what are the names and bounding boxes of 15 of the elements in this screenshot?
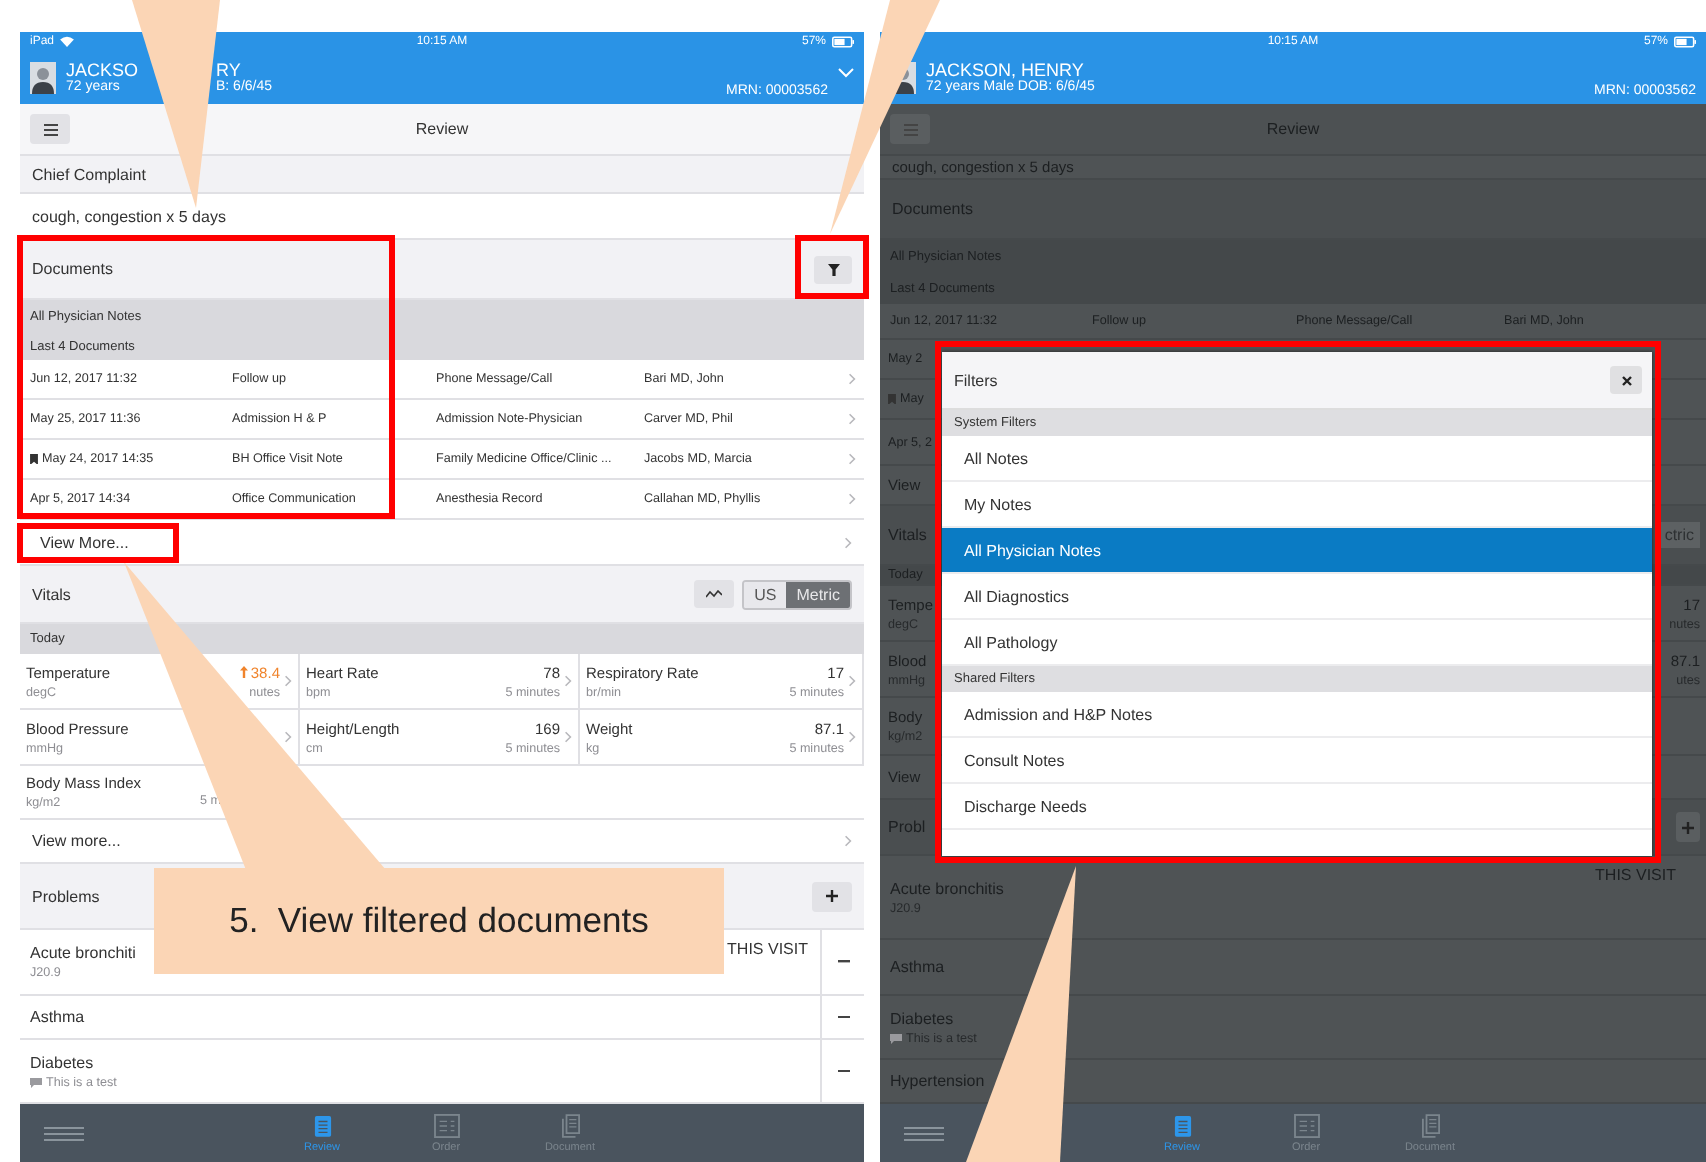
page-title: Review bbox=[413, 120, 471, 138]
problem-name: Asthma bbox=[30, 1008, 87, 1026]
visit-tag: THIS VISIT bbox=[727, 930, 820, 994]
patient-name: JACKSO bbox=[66, 59, 141, 80]
section-title: Documents bbox=[32, 260, 115, 278]
dialog-title: Filters bbox=[954, 371, 998, 389]
section-title: Vitals bbox=[32, 585, 73, 603]
section-title: Chief Complaint bbox=[32, 165, 148, 183]
complaint-text: cough, congestion x 5 days bbox=[32, 207, 226, 225]
problem-name: Acute bronchiti bbox=[30, 944, 138, 962]
problem-name: Diabetes bbox=[30, 1053, 96, 1071]
patient-name: RY bbox=[216, 59, 241, 80]
section-title: Problems bbox=[32, 887, 102, 905]
patient-name: JACKSON, HENRY bbox=[926, 59, 1084, 80]
callout-tooltip: 5. View filtered documents bbox=[154, 868, 724, 974]
